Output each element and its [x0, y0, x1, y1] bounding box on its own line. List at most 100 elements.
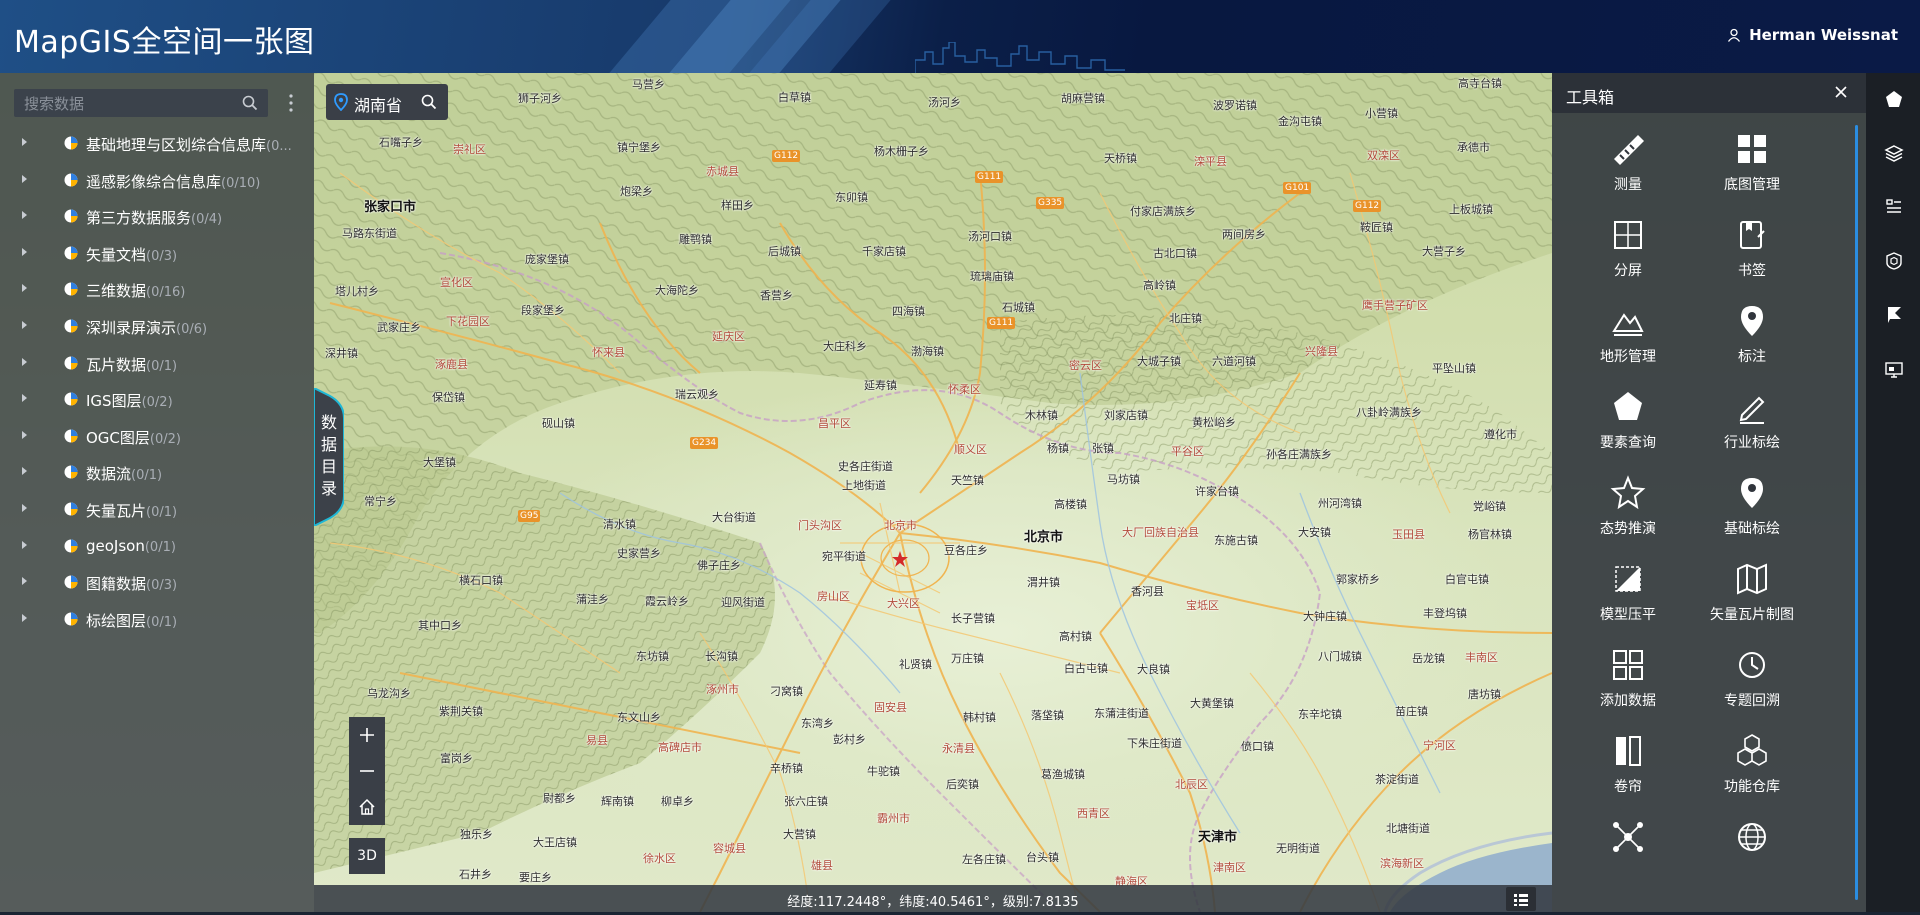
tool-item[interactable]: 模型压平 — [1568, 559, 1688, 639]
location-search-icon[interactable] — [421, 94, 437, 110]
tree-node[interactable]: 深圳录屏演示(0/6) — [0, 308, 314, 345]
tool-item[interactable]: 基础标绘 — [1692, 473, 1812, 553]
tree-node[interactable]: 遥感影像综合信息库(0/10) — [0, 162, 314, 199]
place-label: 怀来县 — [592, 346, 625, 359]
tool-item[interactable] — [1568, 817, 1688, 897]
place-label: 礼贤镇 — [899, 658, 932, 671]
layers-icon[interactable] — [1884, 143, 1904, 163]
place-label: 宁河区 — [1423, 739, 1456, 752]
place-label: 门头沟区 — [798, 519, 842, 532]
expand-arrow-icon[interactable] — [22, 138, 27, 146]
tree-node[interactable]: 三维数据(0/16) — [0, 271, 314, 308]
monitor-icon[interactable] — [1884, 359, 1904, 379]
tool-item[interactable]: 测量 — [1568, 129, 1688, 209]
tree-node[interactable]: IGS图层(0/2) — [0, 381, 314, 418]
expand-arrow-icon[interactable] — [22, 357, 27, 366]
place-label: 密云区 — [1069, 359, 1102, 372]
expand-arrow-icon[interactable] — [22, 613, 27, 622]
place-label: 牛驼镇 — [867, 765, 900, 778]
tree-node[interactable]: 瓦片数据(0/1) — [0, 345, 314, 382]
zoom-out-button[interactable] — [349, 753, 385, 789]
expand-arrow-icon[interactable] — [22, 577, 27, 586]
place-label: 大王店镇 — [533, 836, 577, 849]
tree-node[interactable]: 标绘图层(0/1) — [0, 601, 314, 638]
expand-arrow-icon[interactable] — [22, 394, 27, 403]
split-screen-icon — [1614, 221, 1642, 249]
tree-node[interactable]: 数据流(0/1) — [0, 454, 314, 491]
search-icon[interactable] — [242, 95, 258, 111]
tool-item[interactable]: 要素查询 — [1568, 387, 1688, 467]
tool-item[interactable]: 地形管理 — [1568, 301, 1688, 381]
search-input[interactable] — [22, 93, 236, 115]
place-label: 杨镇 — [1047, 442, 1069, 455]
tree-node[interactable]: geoJson(0/1) — [0, 528, 314, 565]
3d-toggle-button[interactable]: 3D — [349, 838, 385, 874]
tree-node-count: (0/1) — [146, 504, 178, 520]
place-label: 狮子河乡 — [518, 92, 562, 105]
place-label: 胡麻营镇 — [1061, 92, 1105, 105]
tree-node[interactable]: 基础地理与区划综合信息库(0... — [0, 125, 314, 162]
place-label: 上地街道 — [842, 479, 886, 492]
cube-shield-icon[interactable] — [1884, 251, 1904, 271]
tool-label: 标注 — [1738, 349, 1766, 365]
toolbox-scrollbar[interactable] — [1855, 125, 1858, 900]
tool-label: 测量 — [1614, 177, 1642, 193]
close-icon[interactable] — [1832, 83, 1850, 101]
home-icon[interactable] — [1884, 89, 1904, 109]
list-icon[interactable] — [1884, 197, 1904, 217]
tool-item[interactable] — [1692, 817, 1812, 897]
tree-node[interactable]: OGC图层(0/2) — [0, 418, 314, 455]
highway-shield: G95 — [518, 510, 541, 522]
tree-node-count: (0/2) — [141, 395, 173, 411]
more-options-icon[interactable] — [283, 91, 299, 115]
place-label: 木林镇 — [1025, 409, 1058, 422]
place-label: 永清县 — [942, 742, 975, 755]
tree-node[interactable]: 矢量文档(0/3) — [0, 235, 314, 272]
place-label: 东施古镇 — [1214, 534, 1258, 547]
tool-item[interactable]: 底图管理 — [1692, 129, 1812, 209]
tree-node[interactable]: 图籍数据(0/3) — [0, 564, 314, 601]
expand-arrow-icon[interactable] — [22, 284, 27, 293]
tool-item[interactable]: 功能仓库 — [1692, 731, 1812, 811]
place-label: 付家店满族乡 — [1130, 205, 1196, 218]
legend-button[interactable] — [1506, 887, 1536, 911]
flag-icon[interactable] — [1884, 305, 1904, 325]
place-label: 玉田县 — [1392, 528, 1425, 541]
place-label: 许家台镇 — [1195, 485, 1239, 498]
expand-arrow-icon[interactable] — [22, 247, 27, 256]
place-label: 西青区 — [1077, 807, 1110, 820]
place-label: 大城子镇 — [1137, 355, 1181, 368]
user-menu[interactable]: Herman Weissnat — [1727, 26, 1898, 44]
data-catalog-tab[interactable]: 数 据 目 录 — [314, 388, 344, 526]
highway-shield: G112 — [772, 150, 801, 162]
data-tree: 基础地理与区划综合信息库(0... 遥感影像综合信息库(0/10) 第三方数据服务(… — [0, 125, 314, 637]
expand-arrow-icon[interactable] — [22, 211, 27, 220]
place-label: 昌平区 — [818, 417, 851, 430]
zoom-in-button[interactable] — [349, 717, 385, 753]
tool-item[interactable]: 标注 — [1692, 301, 1812, 381]
tool-item[interactable]: 态势推演 — [1568, 473, 1688, 553]
tool-item[interactable]: 行业标绘 — [1692, 387, 1812, 467]
location-selector[interactable]: 湖南省 — [326, 84, 448, 120]
expand-arrow-icon[interactable] — [22, 467, 27, 476]
expand-arrow-icon[interactable] — [22, 174, 27, 183]
tree-node-label: 数据流(0/1) — [86, 465, 163, 484]
tree-node[interactable]: 矢量瓦片(0/1) — [0, 491, 314, 528]
tool-item[interactable]: 矢量瓦片制图 — [1692, 559, 1812, 639]
tool-item[interactable]: 书签 — [1692, 215, 1812, 295]
tool-item[interactable]: 卷帘 — [1568, 731, 1688, 811]
right-rail — [1866, 73, 1920, 912]
expand-arrow-icon[interactable] — [22, 503, 27, 512]
tool-item[interactable]: 添加数据 — [1568, 645, 1688, 725]
place-label: 崇礼区 — [453, 143, 486, 156]
place-label: 茶淀街道 — [1375, 773, 1419, 786]
expand-arrow-icon[interactable] — [22, 430, 27, 439]
home-view-button[interactable] — [349, 789, 385, 825]
tool-item[interactable]: 专题回溯 — [1692, 645, 1812, 725]
tool-item[interactable]: 分屏 — [1568, 215, 1688, 295]
tree-node[interactable]: 第三方数据服务(0/4) — [0, 198, 314, 235]
expand-arrow-icon[interactable] — [22, 320, 27, 329]
expand-arrow-icon[interactable] — [22, 540, 27, 549]
add-data-icon — [1613, 650, 1643, 680]
place-label: 天桥镇 — [1104, 152, 1137, 165]
